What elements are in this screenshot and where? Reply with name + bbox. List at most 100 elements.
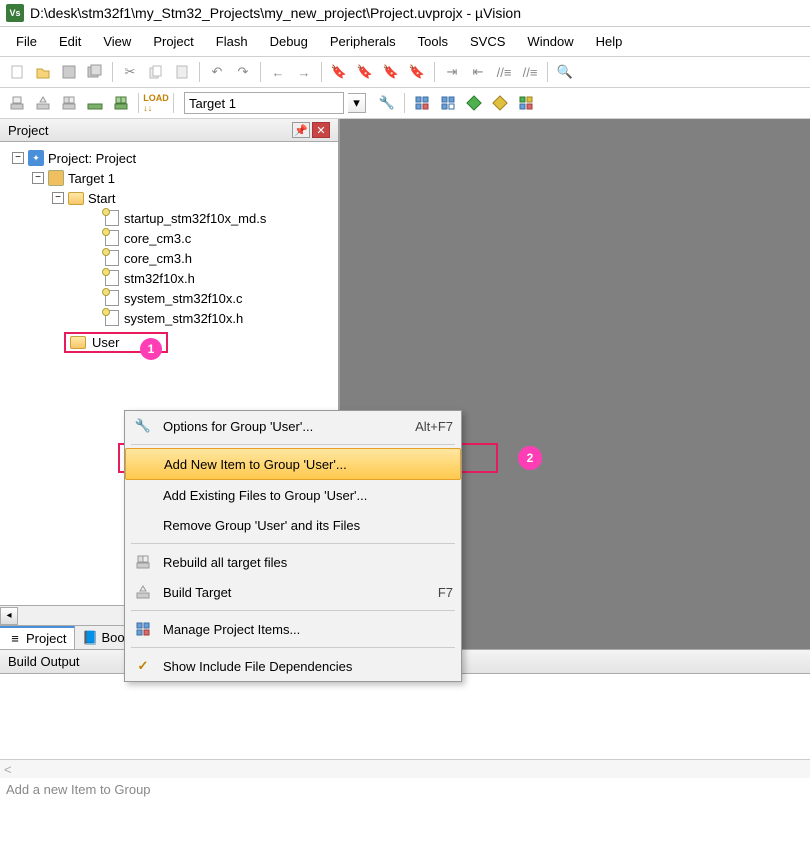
output-scrollbar[interactable]: < [0,760,810,778]
tree-file-label: system_stm32f10x.h [124,311,243,326]
tree-file[interactable]: startup_stm32f10x_md.s [4,208,334,228]
tree-file-label: stm32f10x.h [124,271,195,286]
cm-rebuild[interactable]: Rebuild all target files [125,547,461,577]
rebuild-icon [131,553,155,571]
nav-fwd-icon[interactable]: → [293,61,315,83]
toolbar-2: LOAD↓↓ Target 1 ▾ 🔧 [0,88,810,119]
indent-icon[interactable]: ⇥ [441,61,463,83]
open-icon[interactable] [32,61,54,83]
bookmark-prev-icon[interactable]: 🔖 [354,61,376,83]
target-select[interactable]: Target 1 [184,92,344,114]
cut-icon[interactable]: ✂ [119,61,141,83]
menu-flash[interactable]: Flash [206,31,258,52]
books-tab-icon: 📘 [83,631,97,645]
target-dropdown-icon[interactable]: ▾ [348,93,366,113]
file-icon [105,210,119,226]
batch-build-icon[interactable] [84,92,106,114]
download-icon[interactable]: LOAD↓↓ [145,92,167,114]
project-panel-title: Project [8,123,48,138]
tree-target-label: Target 1 [68,171,115,186]
outdent-icon[interactable]: ⇤ [467,61,489,83]
new-file-icon[interactable] [6,61,28,83]
tree-file-label: system_stm32f10x.c [124,291,243,306]
tree-file-label: startup_stm32f10x_md.s [124,211,266,226]
file-icon [105,310,119,326]
tree-file[interactable]: stm32f10x.h [4,268,334,288]
bookmark-next-icon[interactable]: 🔖 [380,61,402,83]
bookmark-icon[interactable]: 🔖 [328,61,350,83]
tab-project[interactable]: ≡Project [0,626,75,649]
menu-view[interactable]: View [93,31,141,52]
cm-add-existing[interactable]: Add Existing Files to Group 'User'... [125,480,461,510]
build-icon[interactable] [32,92,54,114]
save-icon[interactable] [58,61,80,83]
file-icon [105,290,119,306]
options-icon[interactable]: 🔧 [376,92,398,114]
title-bar: Vs D:\desk\stm32f1\my_Stm32_Projects\my_… [0,0,810,27]
menu-bar: File Edit View Project Flash Debug Perip… [0,27,810,57]
collapse-icon[interactable]: − [12,152,24,164]
manage-mve-icon[interactable] [515,92,537,114]
manage-rtos-icon[interactable] [437,92,459,114]
blank-icon [131,486,155,504]
file-icon [105,250,119,266]
undo-icon[interactable]: ↶ [206,61,228,83]
rebuild-icon[interactable] [58,92,80,114]
blank-icon [132,455,156,473]
panel-close-icon[interactable]: ✕ [312,122,330,138]
menu-peripherals[interactable]: Peripherals [320,31,406,52]
blank-icon [131,516,155,534]
save-all-icon[interactable] [84,61,106,83]
comment-icon[interactable]: //≡ [493,61,515,83]
tree-group-user[interactable]: User [4,330,334,355]
menu-file[interactable]: File [6,31,47,52]
nav-back-icon[interactable]: ← [267,61,289,83]
cm-options[interactable]: 🔧 Options for Group 'User'... Alt+F7 [125,411,461,441]
pack-installer-icon[interactable] [463,92,485,114]
paste-icon[interactable] [171,61,193,83]
cm-build[interactable]: Build Target F7 [125,577,461,607]
tree-file[interactable]: system_stm32f10x.c [4,288,334,308]
cm-show-include[interactable]: ✓ Show Include File Dependencies [125,651,461,681]
tree-root[interactable]: − ✦ Project: Project [4,148,334,168]
scroll-left-icon[interactable]: ◂ [0,607,18,625]
manage-items-icon[interactable] [411,92,433,114]
tree-file[interactable]: system_stm32f10x.h [4,308,334,328]
bookmark-clear-icon[interactable]: 🔖 [406,61,428,83]
collapse-icon[interactable]: − [32,172,44,184]
target-icon [48,170,64,186]
cm-manage[interactable]: Manage Project Items... [125,614,461,644]
panel-pin-icon[interactable]: 📌 [292,122,310,138]
menu-tools[interactable]: Tools [408,31,458,52]
copy-icon[interactable] [145,61,167,83]
config-wizard-icon[interactable] [489,92,511,114]
translate-icon[interactable] [6,92,28,114]
collapse-icon[interactable]: − [52,192,64,204]
tree-file[interactable]: core_cm3.h [4,248,334,268]
cm-remove-group[interactable]: Remove Group 'User' and its Files [125,510,461,540]
project-panel-header: Project 📌 ✕ [0,119,338,142]
menu-debug[interactable]: Debug [260,31,318,52]
check-icon: ✓ [131,657,155,675]
uncomment-icon[interactable]: //≡ [519,61,541,83]
tree-target[interactable]: − Target 1 [4,168,334,188]
separator [131,647,455,648]
build-output-body[interactable] [0,674,810,760]
project-tab-icon: ≡ [8,632,22,646]
context-menu: 🔧 Options for Group 'User'... Alt+F7 Add… [124,410,462,682]
menu-edit[interactable]: Edit [49,31,91,52]
redo-icon[interactable]: ↷ [232,61,254,83]
tree-file[interactable]: core_cm3.c [4,228,334,248]
annotation-badge-1: 1 [140,338,162,360]
cm-add-new-item[interactable]: Add New Item to Group 'User'... [125,448,461,480]
menu-window[interactable]: Window [517,31,583,52]
wand-icon: 🔧 [131,417,155,435]
build-icon [131,583,155,601]
find-icon[interactable]: 🔍 [554,61,576,83]
menu-svcs[interactable]: SVCS [460,31,515,52]
menu-help[interactable]: Help [586,31,633,52]
menu-project[interactable]: Project [143,31,203,52]
tree-group-start[interactable]: − Start [4,188,334,208]
separator [131,444,455,445]
stop-build-icon[interactable] [110,92,132,114]
